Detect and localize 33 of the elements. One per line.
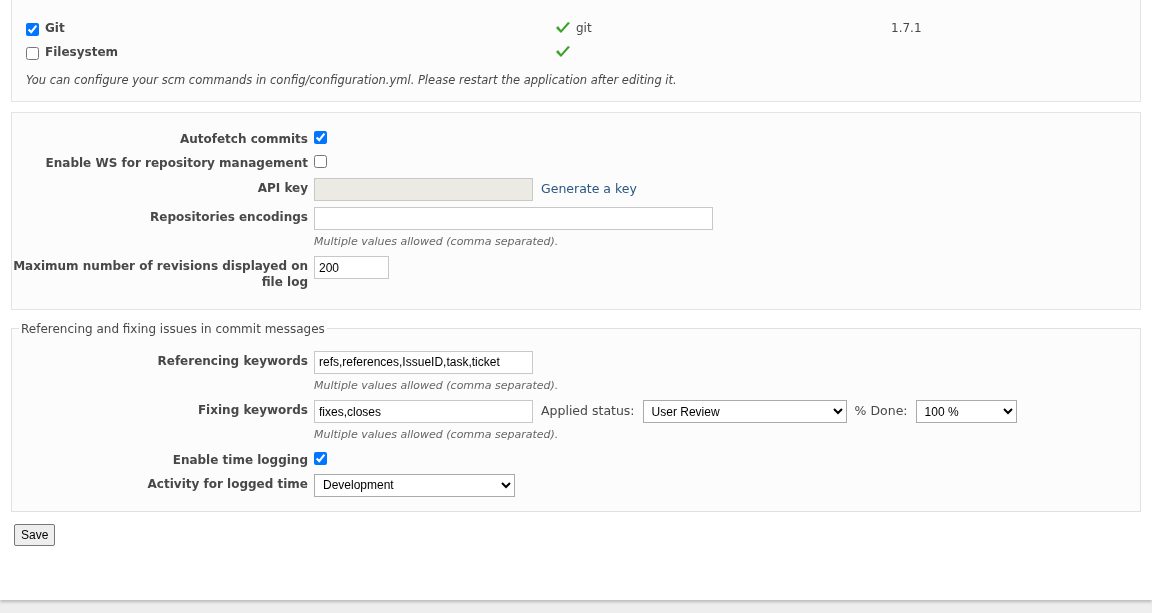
dropdown[interactable]: 100 % xyxy=(915,400,1017,423)
checkbox[interactable] xyxy=(314,131,327,145)
hint-text: Multiple values allowed (comma separated). xyxy=(314,377,559,394)
text-field[interactable]: fixes,closes xyxy=(314,400,533,423)
generate-key-link[interactable]: Generate a key xyxy=(541,179,637,199)
checkbox[interactable] xyxy=(26,46,39,60)
field-label: Maximum number of revisions displayed on file log xyxy=(12,258,309,291)
checkbox[interactable] xyxy=(314,451,327,465)
field-label: Repositories encodings xyxy=(149,208,309,225)
checkbox[interactable] xyxy=(314,155,327,169)
text-field[interactable] xyxy=(314,206,713,230)
field-label: Enable WS for repository management xyxy=(44,155,309,172)
field-label: Activity for logged time xyxy=(146,475,309,492)
field-label: % Done: xyxy=(854,402,908,421)
hint-text: Multiple values allowed (comma separated). xyxy=(314,233,560,250)
text-field[interactable]: refs,references,IssueID,task,ticket xyxy=(314,350,533,374)
scm-name: Filesystem xyxy=(45,44,120,61)
dropdown[interactable]: User Review xyxy=(642,400,847,423)
note-text: You can configure your scm commands in config/configuration.yml. Please restart the application after editing it. xyxy=(26,72,678,89)
text-field[interactable]: 200 xyxy=(314,256,389,280)
field-label: Autofetch commits xyxy=(178,131,309,148)
dropdown[interactable]: Development xyxy=(314,473,515,497)
scm-version: 1.7.1 xyxy=(891,20,922,37)
field-label: Fixing keywords xyxy=(196,402,309,419)
save-button[interactable]: Save xyxy=(14,523,56,546)
checkbox[interactable] xyxy=(26,22,39,36)
hint-text: Multiple values allowed (comma separated). xyxy=(314,427,560,443)
scm-command: git xyxy=(576,20,592,37)
scm-name: Git xyxy=(45,20,66,37)
field-label: Applied status: xyxy=(541,402,635,421)
field-label: API key xyxy=(256,179,309,196)
field-label: Enable time logging xyxy=(171,451,309,468)
field-label: Referencing keywords xyxy=(156,352,309,369)
